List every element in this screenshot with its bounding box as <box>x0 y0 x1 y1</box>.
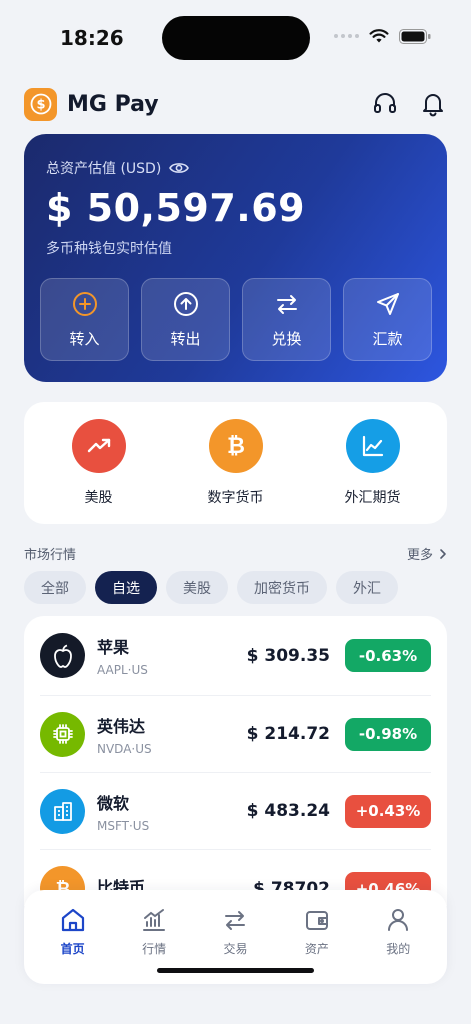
asset-price: $ 309.35 <box>246 645 330 666</box>
asset-name: 苹果 <box>97 638 130 657</box>
chevron-right-icon <box>440 548 446 559</box>
deposit-button[interactable]: 转入 <box>40 278 129 361</box>
remit-button[interactable]: 汇款 <box>343 278 432 361</box>
wifi-icon <box>369 29 389 43</box>
category-crypto[interactable]: ₿ 数字货币 <box>171 419 301 507</box>
market-row[interactable]: 苹果 AAPL·US $ 309.35 -0.63% <box>40 616 431 696</box>
asset-ticker: AAPL·US <box>97 663 148 677</box>
headset-icon[interactable] <box>371 90 399 118</box>
battery-icon <box>399 28 431 44</box>
home-indicator <box>157 968 314 973</box>
category-label: 美股 <box>84 490 113 506</box>
asset-ticker: NVDA·US <box>97 741 152 756</box>
line-chart-icon <box>345 419 400 473</box>
filter-watchlist[interactable]: 自选 <box>95 571 157 604</box>
balance-amount: $ 50,597.69 <box>46 186 306 230</box>
exchange-button[interactable]: 兑换 <box>242 278 331 361</box>
dollar-coin-icon: $ <box>24 87 57 121</box>
deposit-label: 转入 <box>69 330 100 348</box>
change-badge: +0.43% <box>345 794 431 828</box>
svg-text:₿: ₿ <box>227 434 245 459</box>
bell-icon[interactable] <box>419 90 447 118</box>
apple-icon <box>40 633 85 678</box>
balance-label: 总资产估值 (USD) <box>46 161 162 177</box>
tab-home[interactable]: 首页 <box>43 906 103 984</box>
building-icon <box>40 788 85 834</box>
status-time: 18:26 <box>60 26 124 50</box>
filter-all[interactable]: 全部 <box>24 571 86 604</box>
filter-crypto[interactable]: 加密货币 <box>237 571 327 604</box>
market-list: 苹果 AAPL·US $ 309.35 -0.63% 英伟达 NVDA·US $… <box>24 616 447 906</box>
home-icon <box>61 908 84 932</box>
wallet-icon <box>305 911 328 930</box>
status-icons <box>334 28 431 44</box>
filter-forex[interactable]: 外汇 <box>336 571 398 604</box>
swap-icon <box>276 295 297 314</box>
balance-card: 总资产估值 (USD) $ 50,597.69 多币种钱包实时估值 转入 转出 … <box>24 134 447 382</box>
market-row[interactable]: 微软 MSFT·US $ 483.24 +0.43% <box>40 773 431 850</box>
app-header: $ MG Pay <box>24 86 447 122</box>
balance-subtitle: 多币种钱包实时估值 <box>46 241 172 257</box>
more-label: 更多 <box>406 548 433 563</box>
change-badge: -0.63% <box>345 639 431 672</box>
category-us-stocks[interactable]: 美股 <box>34 419 164 507</box>
market-title: 市场行情 <box>24 548 77 563</box>
change-badge: -0.98% <box>345 717 431 751</box>
category-card: 美股 ₿ 数字货币 外汇期货 <box>24 402 447 524</box>
exchange-label: 兑换 <box>271 330 302 348</box>
withdraw-label: 转出 <box>170 330 201 348</box>
swap-icon <box>225 911 246 930</box>
withdraw-button[interactable]: 转出 <box>141 278 230 361</box>
asset-name: 微软 <box>97 793 130 813</box>
asset-price: $ 483.24 <box>246 801 330 821</box>
tab-label: 我的 <box>386 942 411 956</box>
category-forex[interactable]: 外汇期货 <box>308 419 438 507</box>
remit-label: 汇款 <box>372 330 403 348</box>
arrow-up-circle-icon <box>173 292 198 316</box>
asset-ticker: MSFT·US <box>97 818 150 833</box>
market-section-header: 市场行情 更多 <box>24 544 447 563</box>
bitcoin-icon: ₿ <box>208 419 263 473</box>
more-link[interactable]: 更多 <box>407 544 447 563</box>
asset-name: 英伟达 <box>97 716 146 736</box>
user-icon <box>388 909 409 931</box>
send-icon <box>376 293 399 315</box>
tab-label: 交易 <box>223 942 248 956</box>
plus-circle-icon <box>72 292 97 316</box>
bar-chart-icon <box>143 909 166 931</box>
chip-icon <box>40 711 85 757</box>
cellular-signal-icon <box>334 34 359 38</box>
tab-label: 资产 <box>304 942 329 956</box>
svg-text:$: $ <box>36 98 45 113</box>
filter-us-stocks[interactable]: 美股 <box>166 571 228 604</box>
tab-label: 行情 <box>142 942 167 956</box>
quick-actions: 转入 转出 兑换 汇款 <box>40 278 432 361</box>
category-label: 数字货币 <box>207 490 264 506</box>
category-label: 外汇期货 <box>344 490 401 506</box>
dynamic-island <box>162 16 310 60</box>
tab-profile[interactable]: 我的 <box>368 906 428 984</box>
status-bar: 18:26 <box>0 0 471 76</box>
asset-price: $ 214.72 <box>246 724 330 744</box>
tab-label: 首页 <box>60 942 85 956</box>
market-filter-tabs: 全部 自选 美股 加密货币 外汇 <box>24 571 398 604</box>
trend-up-icon <box>71 419 126 473</box>
app-title: MG Pay <box>67 91 159 117</box>
market-row[interactable]: 英伟达 NVDA·US $ 214.72 -0.98% <box>40 696 431 773</box>
eye-icon[interactable] <box>169 161 190 175</box>
